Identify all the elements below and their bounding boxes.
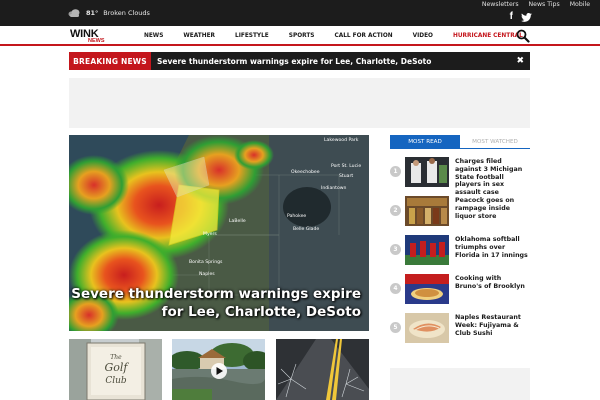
- close-icon[interactable]: ✖: [516, 55, 524, 67]
- facebook-icon[interactable]: f: [510, 12, 513, 22]
- list-item[interactable]: 5 Naples Restaurant Week: Fujiyama & Clu…: [390, 313, 530, 345]
- nav-lifestyle[interactable]: LIFESTYLE: [225, 33, 279, 39]
- rank-badge: 4: [390, 283, 401, 294]
- map-label: Okeechobee: [291, 169, 320, 175]
- rank-badge: 5: [390, 322, 401, 333]
- map-label: Belle Glade: [293, 226, 319, 232]
- story-thumb-road-crash[interactable]: [276, 339, 369, 400]
- cloud-icon: [68, 9, 80, 17]
- nav-items: NEWS WEATHER LIFESTYLE SPORTS CALL FOR A…: [134, 26, 533, 46]
- nav-weather[interactable]: WEATHER: [173, 33, 225, 39]
- story-thumbnail[interactable]: [405, 313, 449, 343]
- weather-widget[interactable]: 81° Broken Clouds: [68, 9, 150, 17]
- flood-video-image: [172, 339, 265, 400]
- breaking-news-message[interactable]: Severe thunderstorm warnings expire for …: [157, 52, 431, 70]
- weather-condition: Broken Clouds: [103, 9, 150, 17]
- map-label: Stuart: [339, 173, 353, 179]
- story-thumbnail[interactable]: [405, 196, 449, 226]
- story-title[interactable]: Charges filed against 3 Michigan State f…: [455, 158, 530, 197]
- road-crash-image: [276, 339, 369, 400]
- search-icon[interactable]: [516, 29, 530, 43]
- map-label: Indiantown: [321, 185, 347, 191]
- breaking-news-tag: BREAKING NEWS: [69, 52, 151, 70]
- wink-news-logo[interactable]: WINK NEWS: [70, 28, 118, 44]
- map-label: Pahokee: [287, 213, 306, 219]
- top-bar: 81° Broken Clouds Newsletters News Tips …: [0, 0, 600, 26]
- social-links: f: [510, 12, 532, 22]
- map-label: LaBelle: [229, 218, 246, 224]
- map-label: Port St. Lucie: [331, 163, 361, 169]
- hero-story[interactable]: Lakewood Park Port St. Lucie Stuart Okee…: [69, 135, 369, 331]
- tab-most-read[interactable]: MOST READ: [390, 135, 460, 149]
- golf-club-image: The Golf Club: [69, 339, 162, 400]
- map-label: Myers: [203, 231, 217, 237]
- news-tips-link[interactable]: News Tips: [529, 1, 560, 8]
- story-title[interactable]: Oklahoma softball triumphs over Florida …: [455, 236, 530, 259]
- story-thumb-golf-club[interactable]: The Golf Club: [69, 339, 162, 400]
- nav-news[interactable]: NEWS: [134, 33, 173, 39]
- sign-text: The: [110, 354, 122, 361]
- story-thumbnail[interactable]: [405, 274, 449, 304]
- story-thumbnail[interactable]: [405, 235, 449, 265]
- list-item[interactable]: 2 Peacock goes on rampage inside liquor …: [390, 196, 530, 228]
- map-label: Naples: [199, 271, 215, 277]
- story-thumb-flooded-street[interactable]: [172, 339, 265, 400]
- twitter-icon[interactable]: [521, 12, 532, 22]
- sidebar-ad: [390, 368, 530, 400]
- story-title[interactable]: Cooking with Bruno's of Brooklyn: [455, 275, 530, 291]
- breaking-news-bar[interactable]: BREAKING NEWS Severe thunderstorm warnin…: [69, 52, 530, 70]
- logo-news: NEWS: [88, 37, 105, 44]
- sign-text: Club: [105, 376, 127, 386]
- newsletters-link[interactable]: Newsletters: [482, 1, 519, 8]
- tab-most-watched[interactable]: MOST WATCHED: [460, 135, 530, 149]
- weather-temp: 81°: [86, 9, 99, 17]
- map-label: Bonita Springs: [189, 259, 223, 265]
- list-item[interactable]: 4 Cooking with Bruno's of Brooklyn: [390, 274, 530, 306]
- mobile-link[interactable]: Mobile: [570, 1, 590, 8]
- rank-badge: 1: [390, 166, 401, 177]
- sign-text: Golf: [105, 361, 130, 374]
- nav-call-for-action[interactable]: CALL FOR ACTION: [324, 33, 402, 39]
- utility-links: Newsletters News Tips Mobile: [482, 1, 590, 8]
- list-item[interactable]: 1 Charges filed against 3 Michigan State…: [390, 157, 530, 196]
- map-label: Lakewood Park: [324, 137, 359, 143]
- story-title[interactable]: Naples Restaurant Week: Fujiyama & Club …: [455, 314, 530, 337]
- story-thumbnail[interactable]: [405, 157, 449, 187]
- main-nav: WINK NEWS NEWS WEATHER LIFESTYLE SPORTS …: [0, 26, 600, 46]
- nav-video[interactable]: VIDEO: [403, 33, 443, 39]
- nav-sports[interactable]: SPORTS: [279, 33, 325, 39]
- rank-badge: 2: [390, 205, 401, 216]
- story-title[interactable]: Peacock goes on rampage inside liquor st…: [455, 197, 530, 220]
- ad-banner: [69, 78, 530, 128]
- hero-headline[interactable]: Severe thunderstorm warnings expire for …: [71, 285, 361, 321]
- rank-badge: 3: [390, 244, 401, 255]
- sidebar-tabs: MOST READ MOST WATCHED: [390, 135, 530, 149]
- list-item[interactable]: 3 Oklahoma softball triumphs over Florid…: [390, 235, 530, 267]
